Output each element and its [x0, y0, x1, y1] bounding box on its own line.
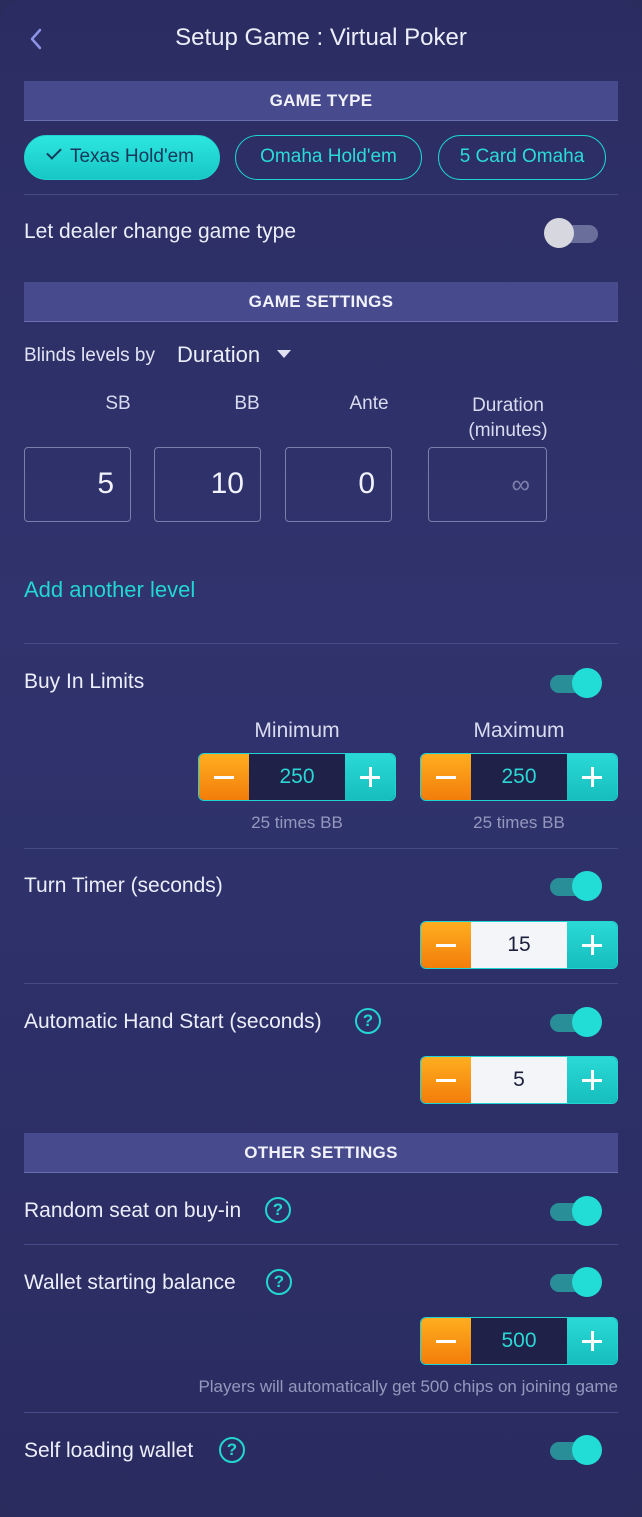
auto-start-value[interactable]: 5: [471, 1057, 567, 1103]
buy-in-min-value[interactable]: 250: [249, 754, 345, 800]
buy-in-max-value[interactable]: 250: [471, 754, 567, 800]
section-other-settings: OTHER SETTINGS: [24, 1133, 618, 1173]
column-ante: Ante: [349, 393, 389, 414]
game-type-label: 5 Card Omaha: [459, 146, 585, 167]
buy-in-label: Buy In Limits: [24, 670, 145, 693]
buy-in-min-note: 25 times BB: [251, 813, 343, 832]
page-title: Setup Game : Virtual Poker: [175, 24, 467, 51]
blinds-by-label: Blinds levels by: [24, 345, 155, 366]
buy-in-toggle[interactable]: [546, 666, 602, 698]
help-icon[interactable]: ?: [355, 1008, 381, 1034]
blinds-by-dropdown[interactable]: Duration: [177, 342, 291, 372]
turn-timer-toggle[interactable]: [546, 869, 602, 901]
random-seat-toggle[interactable]: [546, 1194, 602, 1226]
check-icon: [46, 144, 62, 160]
ante-input[interactable]: 0: [285, 447, 392, 522]
section-game-settings: GAME SETTINGS: [24, 282, 618, 322]
bb-input[interactable]: 10: [154, 447, 261, 522]
plus-icon[interactable]: [567, 1318, 617, 1364]
self-loading-label: Self loading wallet: [24, 1439, 194, 1462]
divider: [24, 848, 618, 849]
game-type-5-card-omaha[interactable]: 5 Card Omaha: [438, 135, 606, 180]
plus-icon[interactable]: [345, 754, 395, 800]
divider: [24, 643, 618, 644]
sb-input[interactable]: 5: [24, 447, 131, 522]
divider: [24, 1244, 618, 1245]
setup-game-panel: Setup Game : Virtual Poker GAME TYPE Tex…: [0, 0, 642, 1517]
dealer-change-label: Let dealer change game type: [24, 220, 297, 243]
auto-start-toggle[interactable]: [546, 1005, 602, 1037]
minus-icon[interactable]: [421, 1057, 471, 1103]
divider: [24, 194, 618, 195]
minus-icon[interactable]: [421, 922, 471, 968]
minus-icon[interactable]: [199, 754, 249, 800]
wallet-balance-stepper: 500: [420, 1317, 618, 1365]
random-seat-label: Random seat on buy-in: [24, 1199, 242, 1222]
auto-start-stepper: 5: [420, 1056, 618, 1104]
wallet-balance-note: Players will automatically get 500 chips…: [198, 1377, 618, 1396]
game-type-label: Texas Hold'em: [69, 146, 194, 167]
blinds-by-value: Duration: [177, 342, 261, 367]
wallet-balance-toggle[interactable]: [546, 1265, 602, 1297]
chevron-down-icon: [276, 350, 291, 358]
plus-icon[interactable]: [567, 754, 617, 800]
buy-in-max-note: 25 times BB: [473, 813, 565, 832]
self-loading-toggle[interactable]: [546, 1433, 602, 1465]
turn-timer-stepper: 15: [420, 921, 618, 969]
divider: [24, 983, 618, 984]
dealer-change-toggle[interactable]: [544, 216, 600, 248]
help-icon[interactable]: ?: [265, 1197, 291, 1223]
help-icon[interactable]: ?: [266, 1269, 292, 1295]
plus-icon[interactable]: [567, 1057, 617, 1103]
column-sb: SB: [105, 393, 131, 414]
add-level-link[interactable]: Add another level: [24, 577, 195, 603]
buy-in-max-label: Maximum: [473, 719, 565, 742]
minus-icon[interactable]: [421, 1318, 471, 1364]
turn-timer-label: Turn Timer (seconds): [24, 874, 223, 897]
auto-start-label: Automatic Hand Start (seconds): [24, 1010, 322, 1033]
plus-icon[interactable]: [567, 922, 617, 968]
buy-in-min-stepper: 250: [198, 753, 396, 801]
buy-in-min-label: Minimum: [254, 719, 340, 742]
column-duration: Duration (minutes): [468, 395, 548, 441]
turn-timer-value[interactable]: 15: [471, 922, 567, 968]
help-icon[interactable]: ?: [219, 1437, 245, 1463]
game-type-omaha-holdem[interactable]: Omaha Hold'em: [235, 135, 422, 180]
wallet-balance-label: Wallet starting balance: [24, 1271, 236, 1294]
minus-icon[interactable]: [421, 754, 471, 800]
game-type-texas-holdem[interactable]: Texas Hold'em: [24, 135, 220, 180]
game-type-label: Omaha Hold'em: [260, 146, 397, 167]
section-game-type: GAME TYPE: [24, 81, 618, 121]
buy-in-max-stepper: 250: [420, 753, 618, 801]
divider: [24, 1412, 618, 1413]
column-bb: BB: [234, 393, 260, 414]
wallet-balance-value[interactable]: 500: [471, 1318, 567, 1364]
duration-input[interactable]: ∞: [428, 447, 547, 522]
